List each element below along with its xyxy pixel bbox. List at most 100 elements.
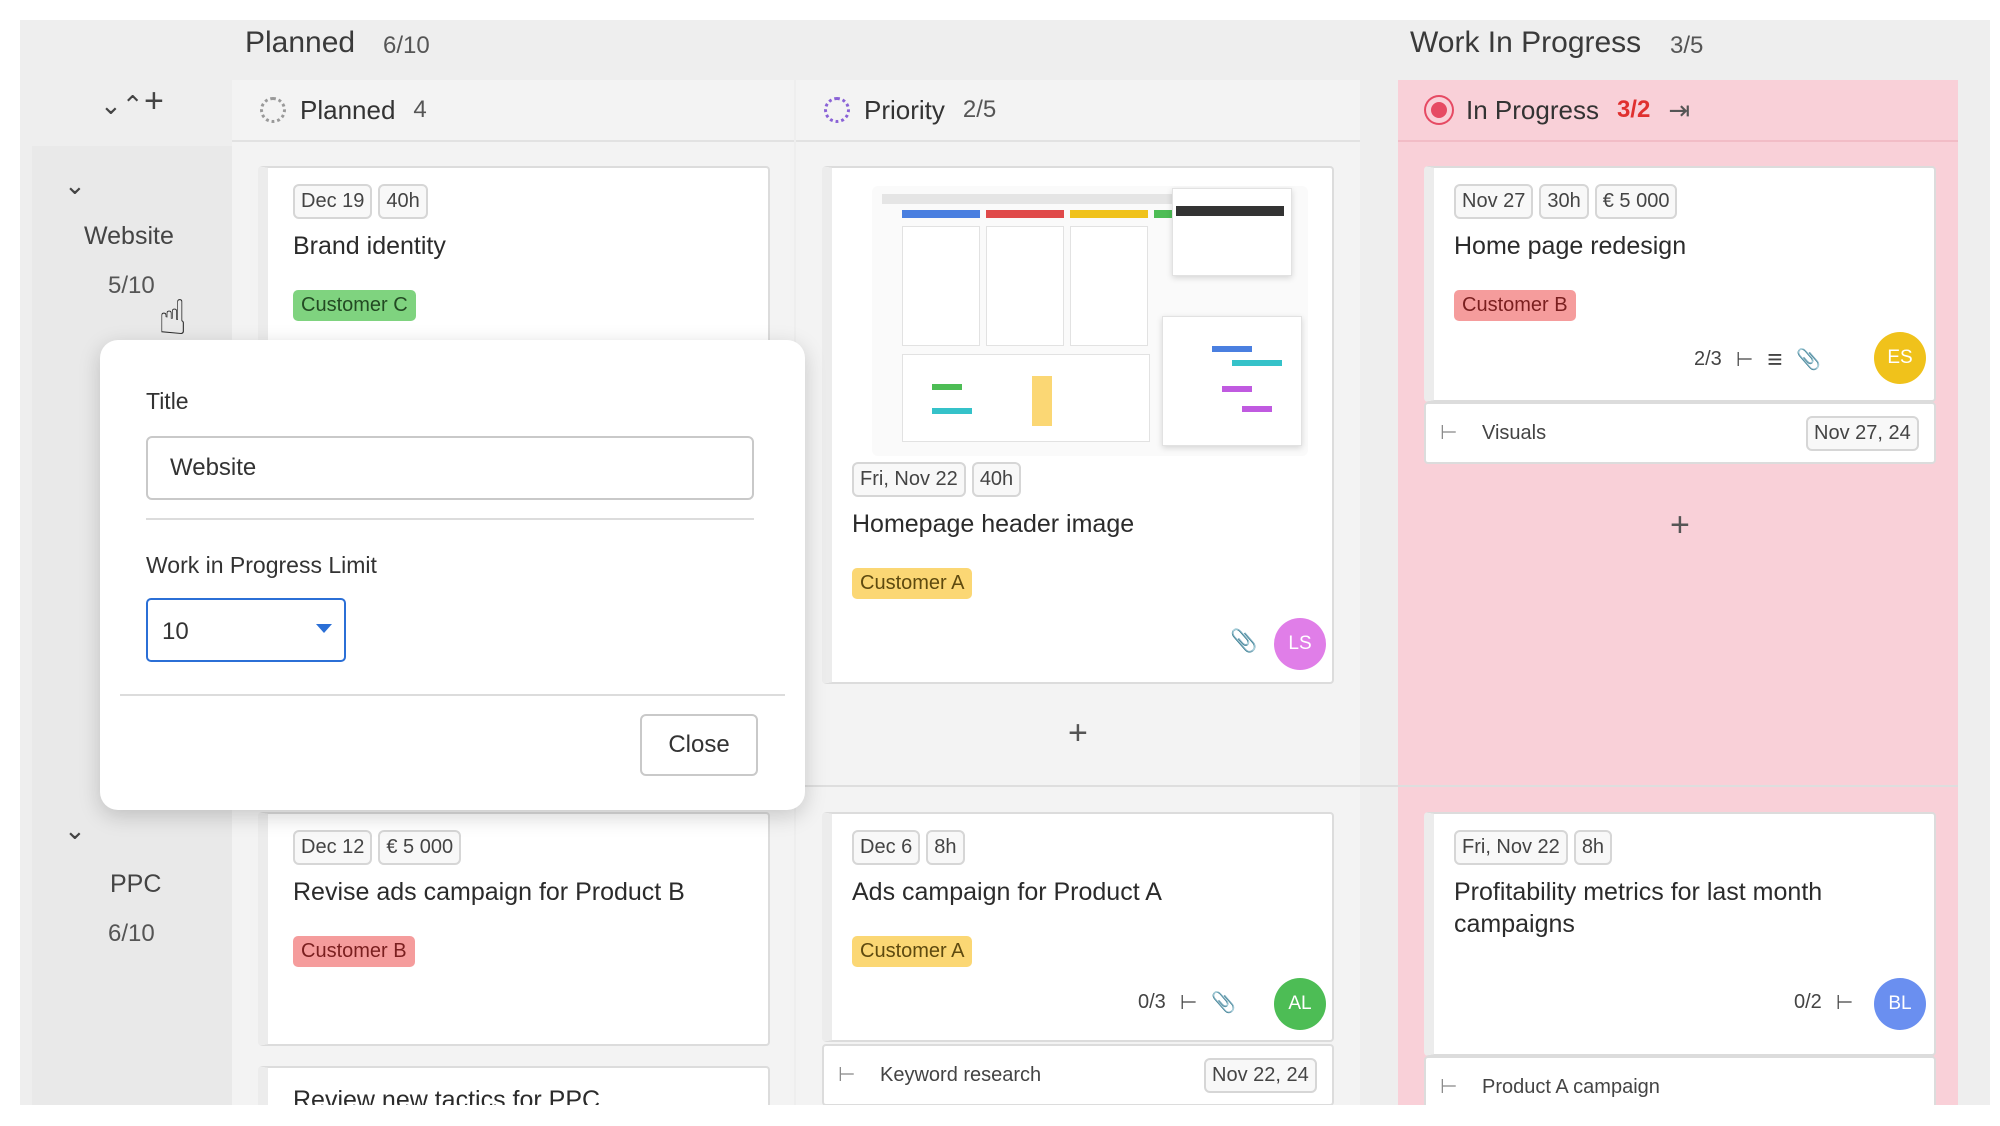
- due-date-chip: Dec 6: [852, 830, 921, 865]
- hours-chip: 40h: [971, 462, 1022, 497]
- customer-tag: Customer C: [293, 290, 416, 321]
- lane-count-ppc: 6/10: [108, 920, 155, 947]
- price-chip: € 5 000: [1594, 184, 1678, 219]
- subtask-icon: ⊢: [838, 1064, 856, 1086]
- subtask-icon: ⊢: [1440, 1076, 1458, 1098]
- card-title: Revise ads campaign for Product B: [293, 878, 685, 906]
- attachment-icon: 📎: [1796, 349, 1822, 371]
- attachment-icon: 📎: [1230, 628, 1258, 653]
- card-chips: Fri, Nov 22 8h: [1454, 830, 1618, 865]
- wip-limit-label: Work in Progress Limit: [146, 552, 377, 578]
- card-title: Ads campaign for Product A: [852, 878, 1162, 906]
- hours-chip: 8h: [1573, 830, 1613, 865]
- card-meta-row: 0/2 ⊢: [1794, 990, 1853, 1015]
- collapse-all-icon[interactable]: ⌄⌃: [100, 90, 144, 121]
- column-title: Priority: [864, 94, 945, 125]
- group-title-planned: Planned: [245, 26, 356, 59]
- subtask-row-product-a-campaign[interactable]: ⊢ Product A campaign: [1424, 1056, 1936, 1105]
- avatar[interactable]: ES: [1874, 332, 1926, 384]
- customer-tag: Customer B: [293, 936, 415, 967]
- customer-tag: Customer B: [1454, 290, 1576, 321]
- due-date-chip: Nov 27: [1454, 184, 1534, 219]
- due-date-chip: Fri, Nov 22: [1454, 830, 1568, 865]
- group-count-planned: 6/10: [383, 32, 430, 59]
- card-homepage-header-image[interactable]: Fri, Nov 22 40h Homepage header image Cus…: [822, 166, 1334, 684]
- wip-limit-value: 10: [162, 618, 189, 645]
- customer-tag: Customer A: [852, 936, 973, 967]
- divider: [120, 694, 785, 696]
- divider: [146, 518, 754, 520]
- card-chips: Dec 12 € 5 000: [293, 830, 467, 865]
- customer-tag: Customer A: [852, 568, 973, 599]
- card-revise-ads-campaign[interactable]: Dec 12 € 5 000 Revise ads campaign for Pr…: [258, 812, 770, 1046]
- attachment-icon: 📎: [1211, 992, 1237, 1014]
- price-chip: € 5 000: [378, 830, 462, 865]
- hours-chip: 40h: [378, 184, 428, 219]
- chevron-down-icon[interactable]: ⌄: [64, 170, 86, 201]
- subtasks-icon: ⊢: [1735, 349, 1754, 371]
- title-input[interactable]: [146, 436, 754, 500]
- move-column-icon[interactable]: ⇥: [1668, 95, 1690, 126]
- wip-limit-select[interactable]: 10: [146, 598, 346, 662]
- group-title-wip: Work In Progress: [1410, 26, 1642, 59]
- add-lane-icon[interactable]: +: [144, 82, 164, 121]
- subtask-row-keyword-research[interactable]: ⊢ Keyword research Nov 22, 24: [822, 1044, 1334, 1105]
- card-chips: Dec 19 40h: [293, 184, 434, 219]
- due-date-chip: Dec 19: [293, 184, 373, 219]
- card-cover-image: [872, 186, 1308, 456]
- add-card-button[interactable]: +: [1670, 506, 1690, 545]
- subtask-date-chip: Nov 27, 24: [1806, 416, 1919, 451]
- column-status-icon: [824, 97, 850, 123]
- card-title: Review new tactics for PPC: [293, 1086, 601, 1105]
- chevron-down-icon[interactable]: ⌄: [64, 815, 86, 846]
- avatar[interactable]: BL: [1874, 978, 1926, 1030]
- column-count: 4: [413, 96, 427, 123]
- subtask-row-visuals[interactable]: ⊢ Visuals Nov 27, 24: [1424, 402, 1936, 464]
- card-review-new-tactics[interactable]: Review new tactics for PPC: [258, 1066, 770, 1105]
- column-title: Planned: [300, 94, 396, 125]
- lane-settings-dialog: Title Work in Progress Limit 10 Close: [100, 340, 805, 810]
- card-meta-row: 2/3 ⊢ ≡ 📎: [1694, 344, 1821, 375]
- column-title: In Progress: [1466, 94, 1599, 125]
- card-meta-row: 0/3 ⊢ 📎: [1138, 990, 1236, 1015]
- group-count-wip: 3/5: [1670, 32, 1704, 59]
- column-header-priority: Priority 2/5: [796, 80, 1360, 142]
- card-title: Home page redesign: [1454, 232, 1687, 260]
- column-header-in-progress: In Progress 3/2 ⇥: [1398, 80, 1958, 142]
- subtask-label: Visuals: [1482, 422, 1547, 444]
- card-home-page-redesign[interactable]: Nov 27 30h € 5 000 Home page redesign Cust…: [1424, 166, 1936, 402]
- in-progress-status-icon: [1426, 97, 1452, 123]
- subtask-count: 0/3: [1138, 991, 1166, 1013]
- dropdown-arrow-icon: [316, 624, 332, 633]
- subtask-date-chip: Nov 22, 24: [1204, 1058, 1317, 1093]
- close-button[interactable]: Close: [640, 714, 758, 776]
- column-status-icon: [260, 97, 286, 123]
- card-chips: Dec 6 8h: [852, 830, 971, 865]
- card-title-line-1: Profitability metrics for last month: [1454, 878, 1823, 906]
- hand-cursor-icon: ☝: [158, 292, 188, 345]
- column-count: 2/5: [962, 96, 997, 123]
- card-ads-campaign-product-a[interactable]: Dec 6 8h Ads campaign for Product A Custo…: [822, 812, 1334, 1042]
- card-chips: Fri, Nov 22 40h: [852, 462, 1027, 497]
- hours-chip: 8h: [926, 830, 965, 865]
- description-icon: ≡: [1767, 344, 1783, 374]
- avatar[interactable]: LS: [1274, 618, 1326, 670]
- column-header-planned: Planned 4: [232, 80, 794, 142]
- subtask-label: Keyword research: [880, 1064, 1042, 1086]
- card-title-line-2: campaigns: [1454, 910, 1575, 938]
- subtask-icon: ⊢: [1440, 422, 1458, 444]
- column-count-over-limit: 3/2: [1616, 96, 1651, 123]
- card-chips: Nov 27 30h € 5 000: [1454, 184, 1683, 219]
- due-date-chip: Fri, Nov 22: [852, 462, 966, 497]
- card-title: Homepage header image: [852, 510, 1135, 538]
- title-label: Title: [146, 388, 189, 414]
- lane-name-website[interactable]: Website: [84, 222, 174, 251]
- lane-name-ppc[interactable]: PPC: [110, 870, 161, 899]
- subtask-label: Product A campaign: [1482, 1076, 1660, 1098]
- card-profitability-metrics[interactable]: Fri, Nov 22 8h Profitability metrics for …: [1424, 812, 1936, 1056]
- lane-count-website: 5/10: [108, 272, 155, 299]
- hours-chip: 30h: [1539, 184, 1589, 219]
- add-card-button[interactable]: +: [1068, 714, 1088, 753]
- avatar[interactable]: AL: [1274, 978, 1326, 1030]
- subtask-count: 2/3: [1694, 348, 1722, 370]
